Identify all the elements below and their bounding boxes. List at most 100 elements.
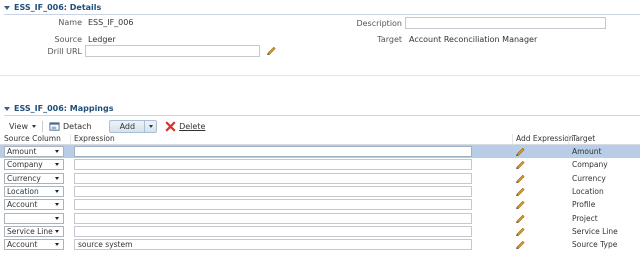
source-column-select[interactable]: Company bbox=[4, 159, 64, 171]
source-column-select[interactable]: Service Line bbox=[4, 225, 64, 237]
chevron-down-icon bbox=[31, 124, 36, 128]
add-expression-button[interactable] bbox=[515, 239, 526, 252]
chevron-down-icon bbox=[55, 189, 59, 193]
expression-input[interactable]: source system bbox=[74, 239, 472, 251]
target-value: Company bbox=[572, 160, 608, 170]
add-expression-button[interactable] bbox=[515, 173, 526, 186]
table-row[interactable]: Account source system Source Type bbox=[0, 238, 640, 251]
target-value: Account Reconciliation Manager bbox=[409, 35, 538, 44]
table-row[interactable]: Location Location bbox=[0, 185, 640, 198]
col-divider bbox=[70, 134, 71, 144]
target-value: Service Line bbox=[572, 226, 618, 236]
detach-icon bbox=[49, 121, 60, 131]
source-column-value: Location bbox=[7, 186, 39, 196]
source-column-value: Account bbox=[7, 200, 38, 210]
chevron-down-icon bbox=[55, 203, 59, 207]
drill-url-label: Drill URL bbox=[47, 47, 82, 56]
pencil-icon bbox=[516, 227, 525, 236]
delete-label: Delete bbox=[179, 121, 206, 131]
expression-input[interactable] bbox=[74, 225, 472, 237]
source-column-select[interactable] bbox=[4, 212, 64, 224]
add-label: Add bbox=[119, 121, 136, 131]
pencil-icon bbox=[516, 161, 525, 170]
expression-input[interactable] bbox=[74, 185, 472, 197]
pencil-icon bbox=[516, 187, 525, 196]
table-row[interactable]: Company Company bbox=[0, 158, 640, 171]
collapse-triangle-icon[interactable] bbox=[4, 106, 10, 111]
pencil-icon bbox=[516, 214, 525, 223]
source-column-value: Service Line bbox=[7, 226, 53, 236]
pencil-icon bbox=[516, 174, 525, 183]
source-column-select[interactable]: Amount bbox=[4, 146, 64, 157]
view-menu-label: View bbox=[9, 121, 28, 131]
col-divider bbox=[512, 134, 513, 144]
expression-input[interactable] bbox=[74, 199, 472, 211]
chevron-down-icon bbox=[55, 150, 59, 153]
mappings-section-title[interactable]: ESS_IF_006: Mappings bbox=[4, 104, 114, 113]
add-button[interactable]: Add bbox=[108, 119, 158, 133]
add-expression-button[interactable] bbox=[515, 199, 526, 212]
column-header-source[interactable]: Source Column bbox=[4, 134, 61, 144]
mappings-toolbar: View Detach Add Delete bbox=[9, 119, 205, 133]
add-expression-button[interactable] bbox=[515, 186, 526, 199]
drill-url-edit-pencil-icon[interactable] bbox=[266, 45, 277, 56]
chevron-down-icon bbox=[55, 216, 59, 220]
description-label: Description bbox=[356, 19, 402, 28]
add-expression-button[interactable] bbox=[515, 146, 526, 159]
pencil-icon bbox=[516, 201, 525, 210]
chevron-down-icon bbox=[55, 243, 59, 247]
source-label: Source bbox=[54, 35, 82, 44]
name-value: ESS_IF_006 bbox=[88, 18, 134, 27]
source-column-select[interactable]: Location bbox=[4, 185, 64, 197]
table-row[interactable]: Account Profile bbox=[0, 198, 640, 211]
details-title-text: ESS_IF_006: Details bbox=[14, 3, 102, 12]
target-label: Target bbox=[377, 35, 402, 44]
expression-input[interactable] bbox=[74, 172, 472, 184]
drill-url-input[interactable] bbox=[85, 45, 260, 57]
source-column-value: Amount bbox=[7, 147, 37, 156]
column-header-target[interactable]: Target bbox=[572, 134, 595, 144]
details-title-divider bbox=[4, 14, 640, 15]
table-row[interactable]: Service Line Service Line bbox=[0, 225, 640, 238]
add-expression-button[interactable] bbox=[515, 213, 526, 226]
expression-input[interactable] bbox=[74, 212, 472, 224]
delete-x-icon bbox=[165, 121, 176, 131]
mappings-title-text: ESS_IF_006: Mappings bbox=[14, 104, 114, 113]
source-column-select[interactable]: Account bbox=[4, 239, 64, 251]
name-label: Name bbox=[58, 18, 82, 27]
delete-button[interactable]: Delete bbox=[165, 121, 205, 132]
source-column-select[interactable]: Account bbox=[4, 199, 64, 211]
details-section-title[interactable]: ESS_IF_006: Details bbox=[4, 3, 101, 12]
detach-button[interactable]: Detach bbox=[49, 121, 92, 132]
pencil-icon bbox=[516, 147, 525, 157]
target-value: Location bbox=[572, 186, 604, 196]
column-header-expression[interactable]: Expression bbox=[74, 134, 115, 144]
source-column-select[interactable]: Currency bbox=[4, 172, 64, 184]
chevron-down-icon bbox=[148, 124, 153, 128]
view-menu-button[interactable]: View bbox=[9, 122, 36, 131]
table-row[interactable]: Currency Currency bbox=[0, 172, 640, 185]
target-value: Source Type bbox=[572, 240, 618, 250]
collapse-triangle-icon[interactable] bbox=[4, 5, 10, 10]
pencil-icon bbox=[516, 240, 525, 250]
toolbar-separator bbox=[41, 120, 43, 132]
section-divider bbox=[0, 75, 640, 76]
source-value: Ledger bbox=[88, 35, 116, 44]
target-value: Amount bbox=[572, 147, 602, 156]
add-expression-button[interactable] bbox=[515, 226, 526, 239]
add-dropdown-toggle[interactable] bbox=[144, 120, 156, 132]
expression-input[interactable] bbox=[74, 146, 472, 157]
table-row[interactable]: Project bbox=[0, 212, 640, 225]
chevron-down-icon bbox=[55, 229, 59, 233]
target-value: Project bbox=[572, 213, 598, 223]
add-expression-button[interactable] bbox=[515, 159, 526, 172]
chevron-down-icon bbox=[55, 163, 59, 167]
column-header-add-expression[interactable]: Add Expression bbox=[516, 134, 574, 144]
description-input[interactable] bbox=[405, 17, 606, 29]
table-row[interactable]: Amount Amount bbox=[0, 145, 640, 158]
mappings-title-divider bbox=[4, 115, 640, 116]
chevron-down-icon bbox=[55, 176, 59, 180]
target-value: Profile bbox=[572, 200, 596, 210]
expression-input[interactable] bbox=[74, 159, 472, 171]
col-divider bbox=[568, 134, 569, 144]
